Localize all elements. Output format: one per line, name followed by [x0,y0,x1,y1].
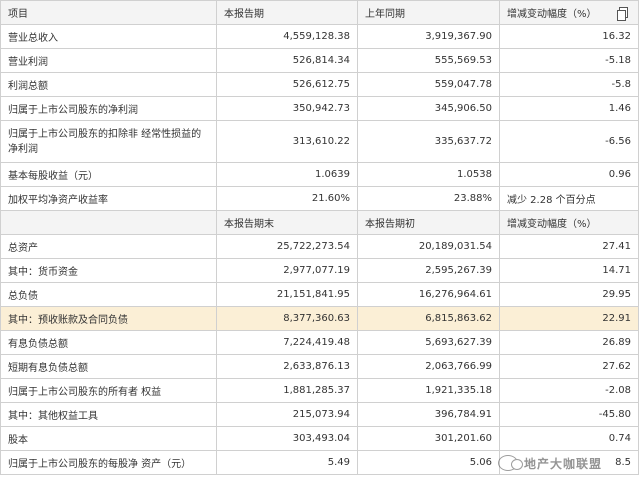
table-row: 归属于上市公司股东的净利润 350,942.73 345,906.50 1.46 [1,97,639,121]
row-label: 其中：货币资金 [1,259,217,283]
row-current: 215,073.94 [217,403,358,427]
row-previous: 1,921,335.18 [358,379,500,403]
row-label: 归属于上市公司股东的每股净 资产（元） [1,451,217,475]
row-change: 22.91 [500,307,639,331]
watermark-text: 地产大咖联盟 [524,456,603,471]
row-previous: 20,189,031.54 [358,235,500,259]
row-current: 1.0639 [217,163,358,187]
subheader-item [1,211,217,235]
financial-table: 项目 本报告期 上年同期 增减变动幅度（%） 营业总收入 4,559,128.3… [0,0,639,475]
row-label: 有息负债总额 [1,331,217,355]
row-current: 313,610.22 [217,121,358,163]
row-current: 21.60% [217,187,358,211]
header-item: 项目 [1,1,217,25]
row-label: 归属于上市公司股东的所有者 权益 [1,379,217,403]
row-current: 8,377,360.63 [217,307,358,331]
subheader-change: 增减变动幅度（%） [500,211,639,235]
table-row: 加权平均净资产收益率 21.60% 23.88% 减少 2.28 个百分点 [1,187,639,211]
row-change: 减少 2.28 个百分点 [500,187,639,211]
row-label: 加权平均净资产收益率 [1,187,217,211]
row-change: -5.8 [500,73,639,97]
header-current-period: 本报告期 [217,1,358,25]
row-current: 526,814.34 [217,49,358,73]
row-change: -6.56 [500,121,639,163]
row-label: 基本每股收益（元） [1,163,217,187]
row-change: -5.18 [500,49,639,73]
row-current: 350,942.73 [217,97,358,121]
table-row: 利润总额 526,612.75 559,047.78 -5.8 [1,73,639,97]
table-row: 短期有息负债总额 2,633,876.13 2,063,766.99 27.62 [1,355,639,379]
row-change: 0.74 [500,427,639,451]
table-row: 营业利润 526,814.34 555,569.53 -5.18 [1,49,639,73]
row-previous: 396,784.91 [358,403,500,427]
row-previous: 5.06 [358,451,500,475]
table-row: 总资产 25,722,273.54 20,189,031.54 27.41 [1,235,639,259]
row-label: 其中：其他权益工具 [1,403,217,427]
row-previous: 23.88% [358,187,500,211]
table-row: 总负债 21,151,841.95 16,276,964.61 29.95 [1,283,639,307]
row-previous: 5,693,627.39 [358,331,500,355]
table-row: 基本每股收益（元） 1.0639 1.0538 0.96 [1,163,639,187]
row-label: 短期有息负债总额 [1,355,217,379]
row-label: 总负债 [1,283,217,307]
row-previous: 2,063,766.99 [358,355,500,379]
header-previous-period: 上年同期 [358,1,500,25]
row-change: 16.32 [500,25,639,49]
watermark: 地产大咖联盟 [498,452,602,474]
row-change: 0.96 [500,163,639,187]
row-previous: 6,815,863.62 [358,307,500,331]
row-change: -2.08 [500,379,639,403]
table-row: 营业总收入 4,559,128.38 3,919,367.90 16.32 [1,25,639,49]
row-label: 其中：预收账款及合同负债 [1,307,217,331]
row-label: 股本 [1,427,217,451]
row-current: 5.49 [217,451,358,475]
table-row: 归属于上市公司股东的所有者 权益 1,881,285.37 1,921,335.… [1,379,639,403]
row-previous: 335,637.72 [358,121,500,163]
table-row: 其中：其他权益工具 215,073.94 396,784.91 -45.80 [1,403,639,427]
row-change: 27.41 [500,235,639,259]
table-row: 股本 303,493.04 301,201.60 0.74 [1,427,639,451]
header-change: 增减变动幅度（%） [500,1,639,25]
row-change: 27.62 [500,355,639,379]
row-change: 26.89 [500,331,639,355]
row-change: 1.46 [500,97,639,121]
row-previous: 345,906.50 [358,97,500,121]
row-label: 营业总收入 [1,25,217,49]
row-change: 14.71 [500,259,639,283]
row-previous: 16,276,964.61 [358,283,500,307]
row-current: 21,151,841.95 [217,283,358,307]
row-current: 2,633,876.13 [217,355,358,379]
row-previous: 3,919,367.90 [358,25,500,49]
row-change: -45.80 [500,403,639,427]
table-subheader-row: 本报告期末 本报告期初 增减变动幅度（%） [1,211,639,235]
row-current: 4,559,128.38 [217,25,358,49]
row-current: 526,612.75 [217,73,358,97]
row-current: 7,224,419.48 [217,331,358,355]
table-row: 归属于上市公司股东的扣除非 经常性损益的净利润 313,610.22 335,6… [1,121,639,163]
copy-icon[interactable] [617,7,628,21]
row-label: 利润总额 [1,73,217,97]
table-row: 有息负债总额 7,224,419.48 5,693,627.39 26.89 [1,331,639,355]
row-previous: 1.0538 [358,163,500,187]
subheader-period-end: 本报告期末 [217,211,358,235]
row-previous: 2,595,267.39 [358,259,500,283]
row-label: 归属于上市公司股东的净利润 [1,97,217,121]
row-label: 总资产 [1,235,217,259]
row-current: 303,493.04 [217,427,358,451]
row-previous: 559,047.78 [358,73,500,97]
row-current: 2,977,077.19 [217,259,358,283]
header-change-label: 增减变动幅度（%） [507,9,597,20]
row-current: 1,881,285.37 [217,379,358,403]
table-row-highlighted: 其中：预收账款及合同负债 8,377,360.63 6,815,863.62 2… [1,307,639,331]
table-row: 其中：货币资金 2,977,077.19 2,595,267.39 14.71 [1,259,639,283]
table-header-row: 项目 本报告期 上年同期 增减变动幅度（%） [1,1,639,25]
row-change: 29.95 [500,283,639,307]
row-label: 归属于上市公司股东的扣除非 经常性损益的净利润 [1,121,217,163]
row-previous: 301,201.60 [358,427,500,451]
subheader-period-start: 本报告期初 [358,211,500,235]
row-label: 营业利润 [1,49,217,73]
row-current: 25,722,273.54 [217,235,358,259]
wechat-icon [498,455,523,471]
row-previous: 555,569.53 [358,49,500,73]
